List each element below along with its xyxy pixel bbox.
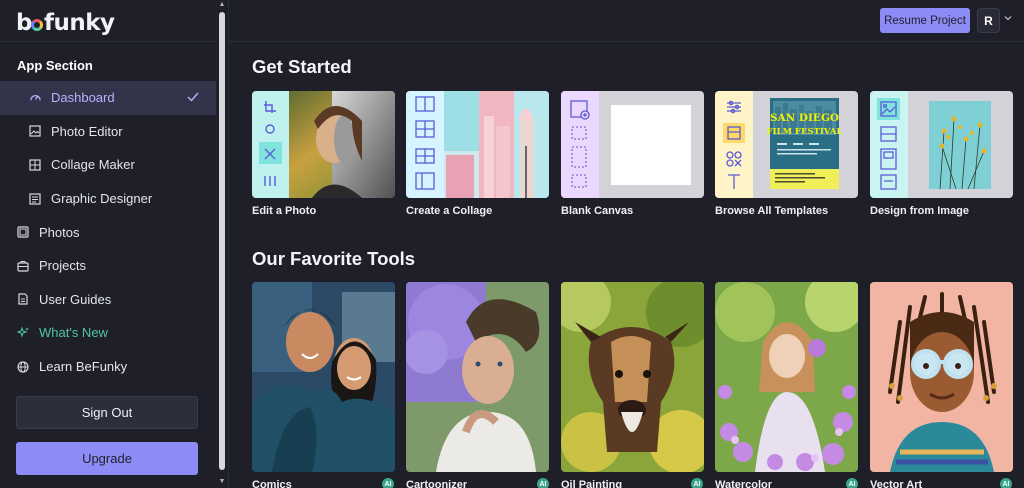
card-create-a-collage[interactable]: [406, 91, 549, 198]
globe-icon: [16, 360, 30, 374]
check-icon: [186, 90, 200, 104]
tool-oil-painting[interactable]: [561, 282, 704, 472]
design-from-image-thumbnail: [870, 91, 1013, 198]
tool-label: Cartoonizer: [406, 479, 468, 488]
cartoonizer-thumbnail: [406, 282, 549, 472]
oil-painting-thumbnail: [561, 282, 704, 472]
photo-editor-icon: [28, 124, 42, 138]
card-label: Edit a Photo: [252, 205, 317, 217]
sidebar-item-photo-editor[interactable]: Photo Editor: [0, 115, 216, 149]
favorite-tools-title: Our Favorite Tools: [252, 248, 416, 269]
card-label: Browse All Templates: [715, 205, 829, 217]
sidebar-item-label: Learn BeFunky: [39, 359, 128, 375]
card-label: Blank Canvas: [561, 205, 634, 217]
create-a-collage-thumbnail: [406, 91, 549, 198]
tool-label: Watercolor: [715, 479, 773, 488]
avatar[interactable]: R: [977, 8, 1000, 33]
sidebar-item-label: Dashboard: [51, 90, 115, 106]
card-design-from-image[interactable]: [870, 91, 1013, 198]
sidebar-border: [228, 0, 229, 488]
sidebar-item-dashboard[interactable]: Dashboard: [0, 81, 216, 115]
tool-cartoonizer[interactable]: [406, 282, 549, 472]
ai-badge-icon: AI: [382, 478, 394, 488]
sidebar-item-projects[interactable]: Projects: [0, 249, 216, 283]
scrollbar-thumb[interactable]: [219, 12, 225, 470]
chevron-down-icon[interactable]: [1004, 14, 1012, 22]
card-blank-canvas[interactable]: [561, 91, 704, 198]
header-divider: [229, 41, 1024, 42]
edit-a-photo-thumbnail: [252, 91, 395, 198]
get-started-title: Get Started: [252, 56, 352, 77]
card-label: Design from Image: [870, 205, 970, 217]
scroll-up-arrow-icon[interactable]: ▲: [218, 1, 226, 9]
sparkle-icon: [16, 326, 30, 340]
projects-icon: [16, 259, 30, 273]
sidebar-item-label: Photos: [39, 224, 80, 240]
ai-badge-icon: AI: [691, 478, 703, 488]
graphic-designer-icon: [28, 192, 42, 206]
user-guides-icon: [16, 292, 30, 306]
upgrade-button[interactable]: Upgrade: [16, 442, 198, 475]
ai-badge-icon: AI: [846, 478, 858, 488]
collage-maker-icon: [28, 158, 42, 172]
tool-comics[interactable]: [252, 282, 395, 472]
sidebar-item-label: Photo Editor: [51, 123, 123, 139]
dashboard-icon: [28, 91, 42, 105]
sidebar-item-whats-new[interactable]: What's New: [0, 316, 216, 350]
sidebar-item-label: Collage Maker: [51, 157, 135, 173]
section-title: App Section: [17, 58, 93, 73]
logo-text: b funky: [16, 10, 115, 36]
tool-label: Comics: [252, 479, 292, 488]
photos-icon: [16, 225, 30, 239]
sidebar-item-label: Projects: [39, 258, 86, 274]
sidebar-item-label: What's New: [39, 325, 108, 341]
card-label: Create a Collage: [406, 205, 493, 217]
befunky-logo[interactable]: b funky: [16, 9, 115, 37]
tool-watercolor[interactable]: [715, 282, 858, 472]
sidebar-item-user-guides[interactable]: User Guides: [0, 283, 216, 317]
sidebar-item-label: User Guides: [39, 291, 112, 307]
ai-badge-icon: AI: [537, 478, 549, 488]
sidebar-item-photos[interactable]: Photos: [0, 215, 216, 249]
tool-vector-art[interactable]: [870, 282, 1013, 472]
ai-badge-icon: AI: [1000, 478, 1012, 488]
sidebar-item-label: Graphic Designer: [51, 191, 153, 207]
card-edit-a-photo[interactable]: [252, 91, 395, 198]
sidebar-item-graphic-designer[interactable]: Graphic Designer: [0, 182, 216, 216]
tool-label: Oil Painting: [561, 479, 623, 488]
card-browse-all-templates[interactable]: SAN DIEGO FILM FESTIVAL: [715, 91, 858, 198]
sidebar: b funky App Section Dashboard Photo Edito…: [0, 0, 216, 488]
watercolor-thumbnail: [715, 282, 858, 472]
resume-project-button[interactable]: Resume Project: [880, 8, 970, 33]
browse-all-templates-thumbnail: SAN DIEGO FILM FESTIVAL: [715, 91, 858, 198]
comics-thumbnail: [252, 282, 395, 472]
blank-canvas-thumbnail: [561, 91, 704, 198]
svg-text:SAN DIEGO: SAN DIEGO: [770, 112, 839, 124]
svg-text:FILM FESTIVAL: FILM FESTIVAL: [767, 127, 843, 137]
sidebar-item-collage-maker[interactable]: Collage Maker: [0, 148, 216, 182]
scroll-down-arrow-icon[interactable]: ▼: [218, 478, 226, 486]
vector-art-thumbnail: [870, 282, 1013, 472]
sign-out-button[interactable]: Sign Out: [16, 396, 198, 429]
sidebar-nav: Dashboard Photo Editor Collage Maker Gra…: [0, 81, 216, 383]
sidebar-divider: [0, 41, 216, 42]
sidebar-item-learn-befunky[interactable]: Learn BeFunky: [0, 350, 216, 384]
tool-label: Vector Art: [870, 479, 923, 488]
